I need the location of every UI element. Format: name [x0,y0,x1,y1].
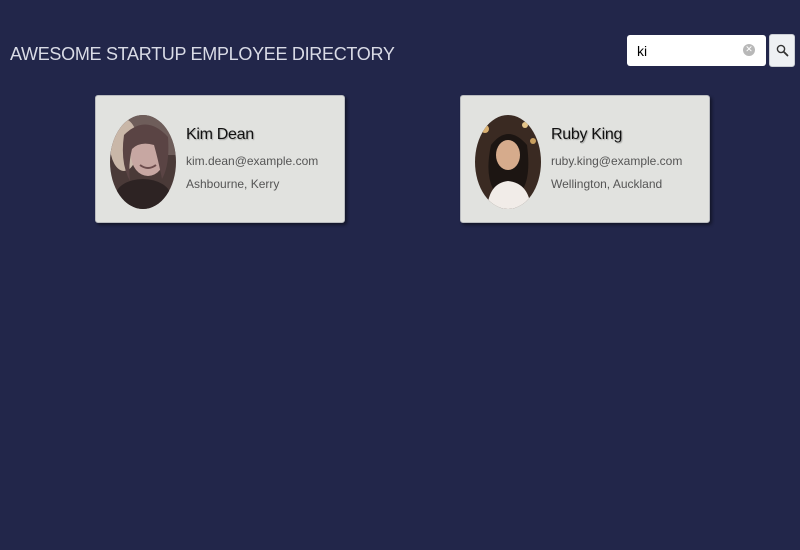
employee-name: Ruby King [551,126,623,143]
employee-email: kim.dean@example.com [186,154,319,168]
page-title: AWESOME STARTUP EMPLOYEE DIRECTORY [10,44,395,64]
employee-card[interactable]: Ruby King ruby.king@example.com Wellingt… [460,95,710,223]
employee-card[interactable]: Kim Dean kim.dean@example.com Ashbourne,… [95,95,345,223]
employee-location: Wellington, Auckland [551,177,663,191]
avatar [475,115,541,209]
clear-icon[interactable]: ✕ [743,44,755,56]
search-field[interactable]: ✕ [627,35,766,66]
employee-location: Ashbourne, Kerry [186,177,280,191]
employee-name: Kim Dean [186,126,254,143]
avatar [110,115,176,209]
employee-email: ruby.king@example.com [551,154,683,168]
employee-directory-page: AWESOME STARTUP EMPLOYEE DIRECTORY ✕ Kim… [0,0,800,550]
search-button[interactable] [769,34,795,67]
search-icon [776,44,788,57]
